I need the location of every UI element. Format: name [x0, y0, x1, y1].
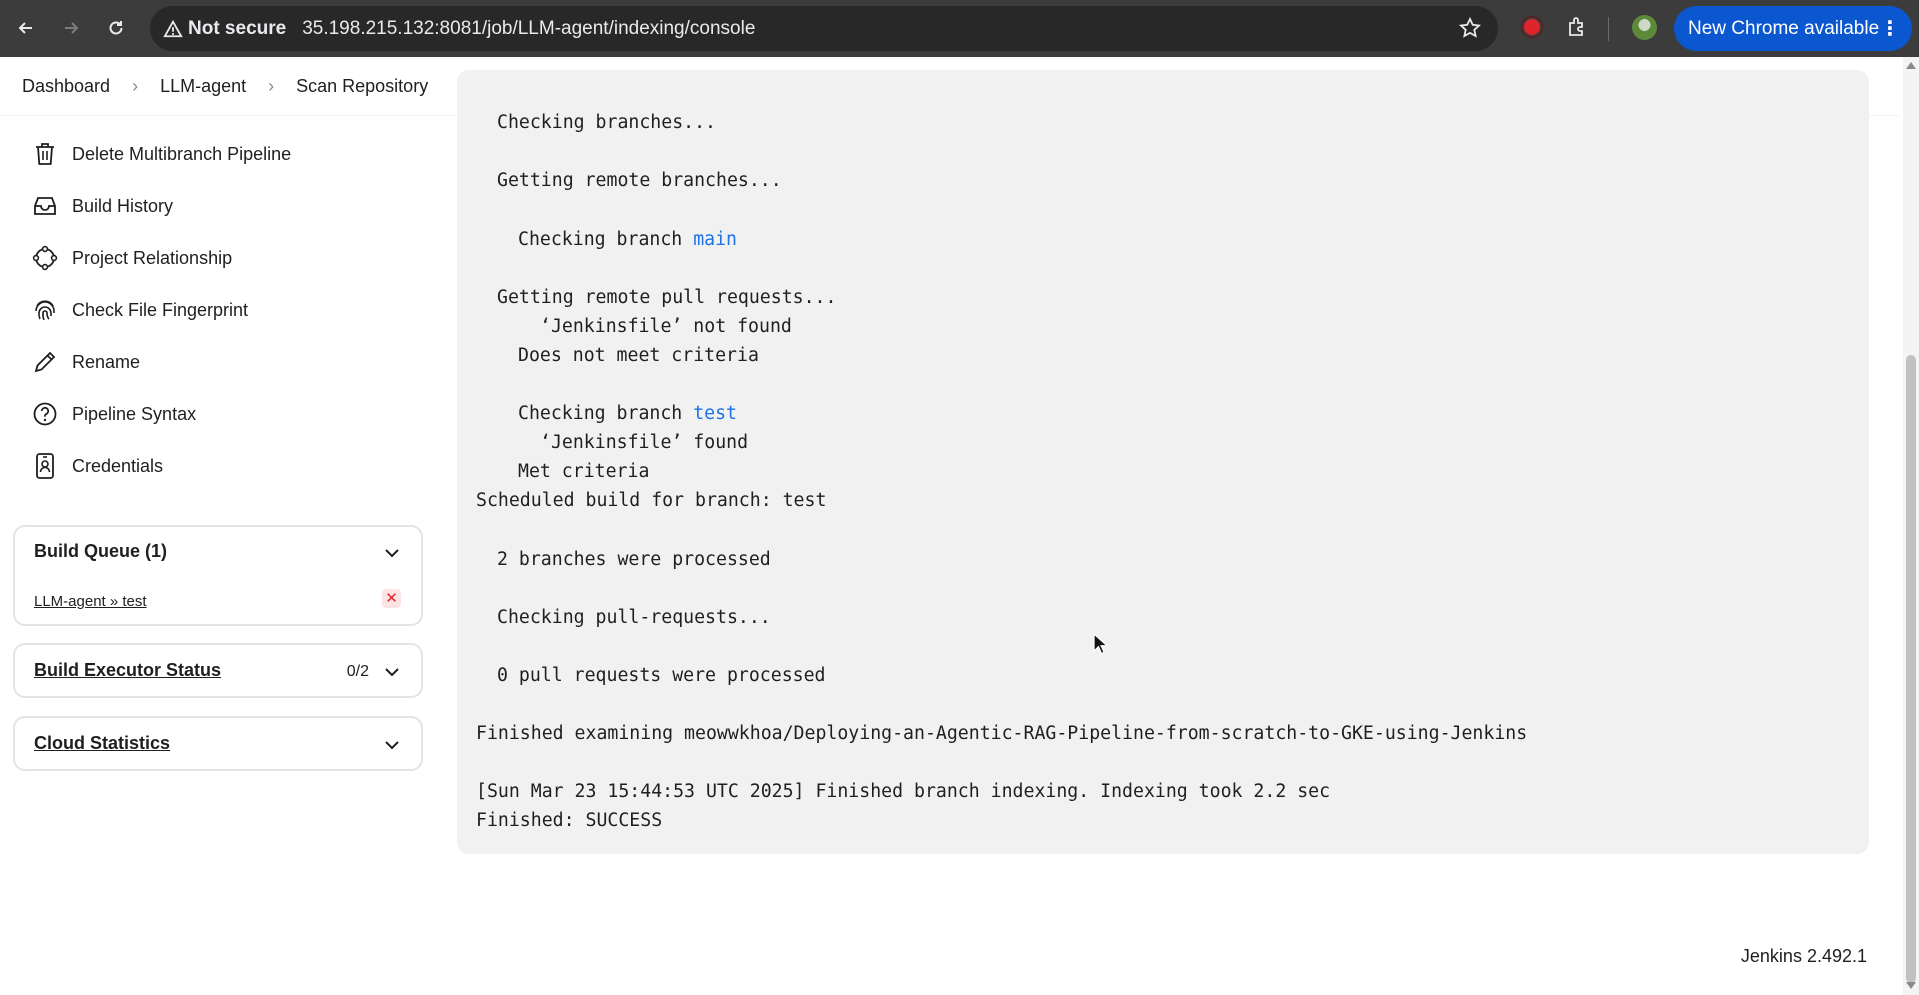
executor-status-title[interactable]: Build Executor Status	[34, 660, 221, 681]
executor-count: 0/2	[346, 663, 369, 680]
branch-link-main[interactable]: main	[693, 229, 737, 250]
build-queue-panel: Build Queue (1) LLM-agent » test ✕	[13, 525, 423, 626]
sidebar-item-check-fingerprint[interactable]: Check File Fingerprint	[32, 290, 248, 330]
console-line: [Sun Mar 23 15:44:53 UTC 2025] Finished …	[476, 781, 1331, 802]
profile-avatar[interactable]	[1632, 15, 1657, 40]
scrollbar-thumb[interactable]	[1906, 355, 1916, 983]
new-chrome-label: New Chrome available	[1688, 17, 1880, 39]
breadcrumb-separator: ›	[268, 75, 275, 96]
relationship-icon	[32, 245, 58, 271]
scroll-down-icon[interactable]	[1906, 982, 1916, 989]
sidebar-item-credentials[interactable]: Credentials	[32, 446, 163, 486]
console-line: 0 pull requests were processed	[497, 665, 826, 686]
security-label[interactable]: Not secure	[188, 18, 286, 40]
console-line: Met criteria	[518, 461, 650, 482]
console-line: 2 branches were processed	[497, 549, 771, 570]
sidebar-item-label: Rename	[72, 351, 141, 372]
inbox-icon	[32, 193, 58, 219]
console-line: Does not meet criteria	[518, 345, 759, 366]
bookmark-star-icon[interactable]	[1458, 16, 1482, 40]
cloud-statistics-panel: Cloud Statistics	[13, 716, 423, 771]
fingerprint-icon	[32, 297, 58, 323]
console-line: Checking branch main	[518, 229, 738, 250]
extensions-icon[interactable]	[1566, 15, 1590, 39]
sidebar-item-pipeline-syntax[interactable]: Pipeline Syntax	[32, 394, 196, 434]
branch-link-test[interactable]: test	[693, 403, 737, 424]
back-button[interactable]	[12, 14, 40, 42]
console-line: Getting remote branches...	[497, 170, 782, 191]
pencil-icon	[32, 349, 58, 375]
breadcrumb-scan-repository[interactable]: Scan Repository	[296, 76, 428, 97]
breadcrumb-separator: ›	[132, 75, 139, 96]
console-line: ‘Jenkinsfile’ found	[540, 432, 749, 453]
help-circle-icon	[32, 401, 58, 427]
executor-status-panel: Build Executor Status 0/2	[13, 643, 423, 698]
console-line: Finished examining meowwkhoa/Deploying-a…	[476, 723, 1528, 744]
more-menu-icon[interactable]: ⋮	[1880, 16, 1900, 41]
build-queue-title: Build Queue (1)	[34, 541, 168, 561]
address-bar[interactable]: Not secure 35.198.215.132:8081/job/LLM-a…	[150, 6, 1498, 51]
console-line: Scheduled build for branch: test	[476, 490, 827, 511]
chevron-down-icon[interactable]	[383, 663, 401, 681]
sidebar-item-label: Check File Fingerprint	[72, 299, 249, 320]
reload-button[interactable]	[102, 14, 130, 42]
credentials-icon	[32, 453, 58, 479]
sidebar-item-label: Pipeline Syntax	[72, 403, 197, 424]
console-line: ‘Jenkinsfile’ not found	[540, 316, 792, 337]
breadcrumb-dashboard[interactable]: Dashboard	[22, 76, 110, 97]
arrow-right-icon	[65, 22, 79, 34]
url-text[interactable]: 35.198.215.132:8081/job/LLM-agent/indexi…	[302, 18, 755, 40]
scroll-up-icon[interactable]	[1906, 62, 1916, 69]
console-output: Checking branches... Getting remote bran…	[457, 70, 1869, 854]
toolbar-divider	[1608, 17, 1609, 41]
chevron-down-icon[interactable]	[383, 736, 401, 754]
warning-icon[interactable]	[162, 18, 184, 40]
console-line: Getting remote pull requests...	[497, 287, 837, 308]
mouse-cursor-icon	[1093, 633, 1107, 655]
trash-icon	[32, 141, 58, 167]
chevron-down-icon[interactable]	[383, 544, 401, 562]
sidebar-item-project-relationship[interactable]: Project Relationship	[32, 238, 232, 278]
console-line: Finished: SUCCESS	[476, 810, 663, 831]
forward-button[interactable]	[57, 14, 85, 42]
arrow-left-icon	[18, 22, 32, 34]
reload-icon	[109, 21, 123, 35]
sidebar-item-label: Delete Multibranch Pipeline	[72, 143, 292, 164]
jenkins-version[interactable]: Jenkins 2.492.1	[1741, 946, 1867, 967]
sidebar-item-label: Credentials	[72, 455, 164, 476]
sidebar-item-label: Build History	[72, 195, 174, 216]
browser-toolbar: Not secure 35.198.215.132:8081/job/LLM-a…	[0, 0, 1919, 57]
sidebar-item-delete-pipeline[interactable]: Delete Multibranch Pipeline	[32, 134, 291, 174]
sidebar-item-rename[interactable]: Rename	[32, 342, 140, 382]
console-line: Checking branch test	[518, 403, 738, 424]
recording-icon[interactable]	[1520, 15, 1544, 39]
console-line: Checking branches...	[497, 112, 716, 133]
console-line: Checking pull-requests...	[497, 607, 771, 628]
queue-item-link[interactable]: LLM-agent » test	[34, 593, 147, 610]
cancel-queue-item-icon[interactable]: ✕	[382, 589, 401, 608]
sidebar-item-label: Project Relationship	[72, 247, 233, 268]
new-chrome-button[interactable]: New Chrome available ⋮	[1674, 6, 1912, 51]
sidebar-item-build-history[interactable]: Build History	[32, 186, 173, 226]
breadcrumb-llm-agent[interactable]: LLM-agent	[160, 76, 246, 97]
cloud-statistics-title[interactable]: Cloud Statistics	[34, 733, 170, 754]
